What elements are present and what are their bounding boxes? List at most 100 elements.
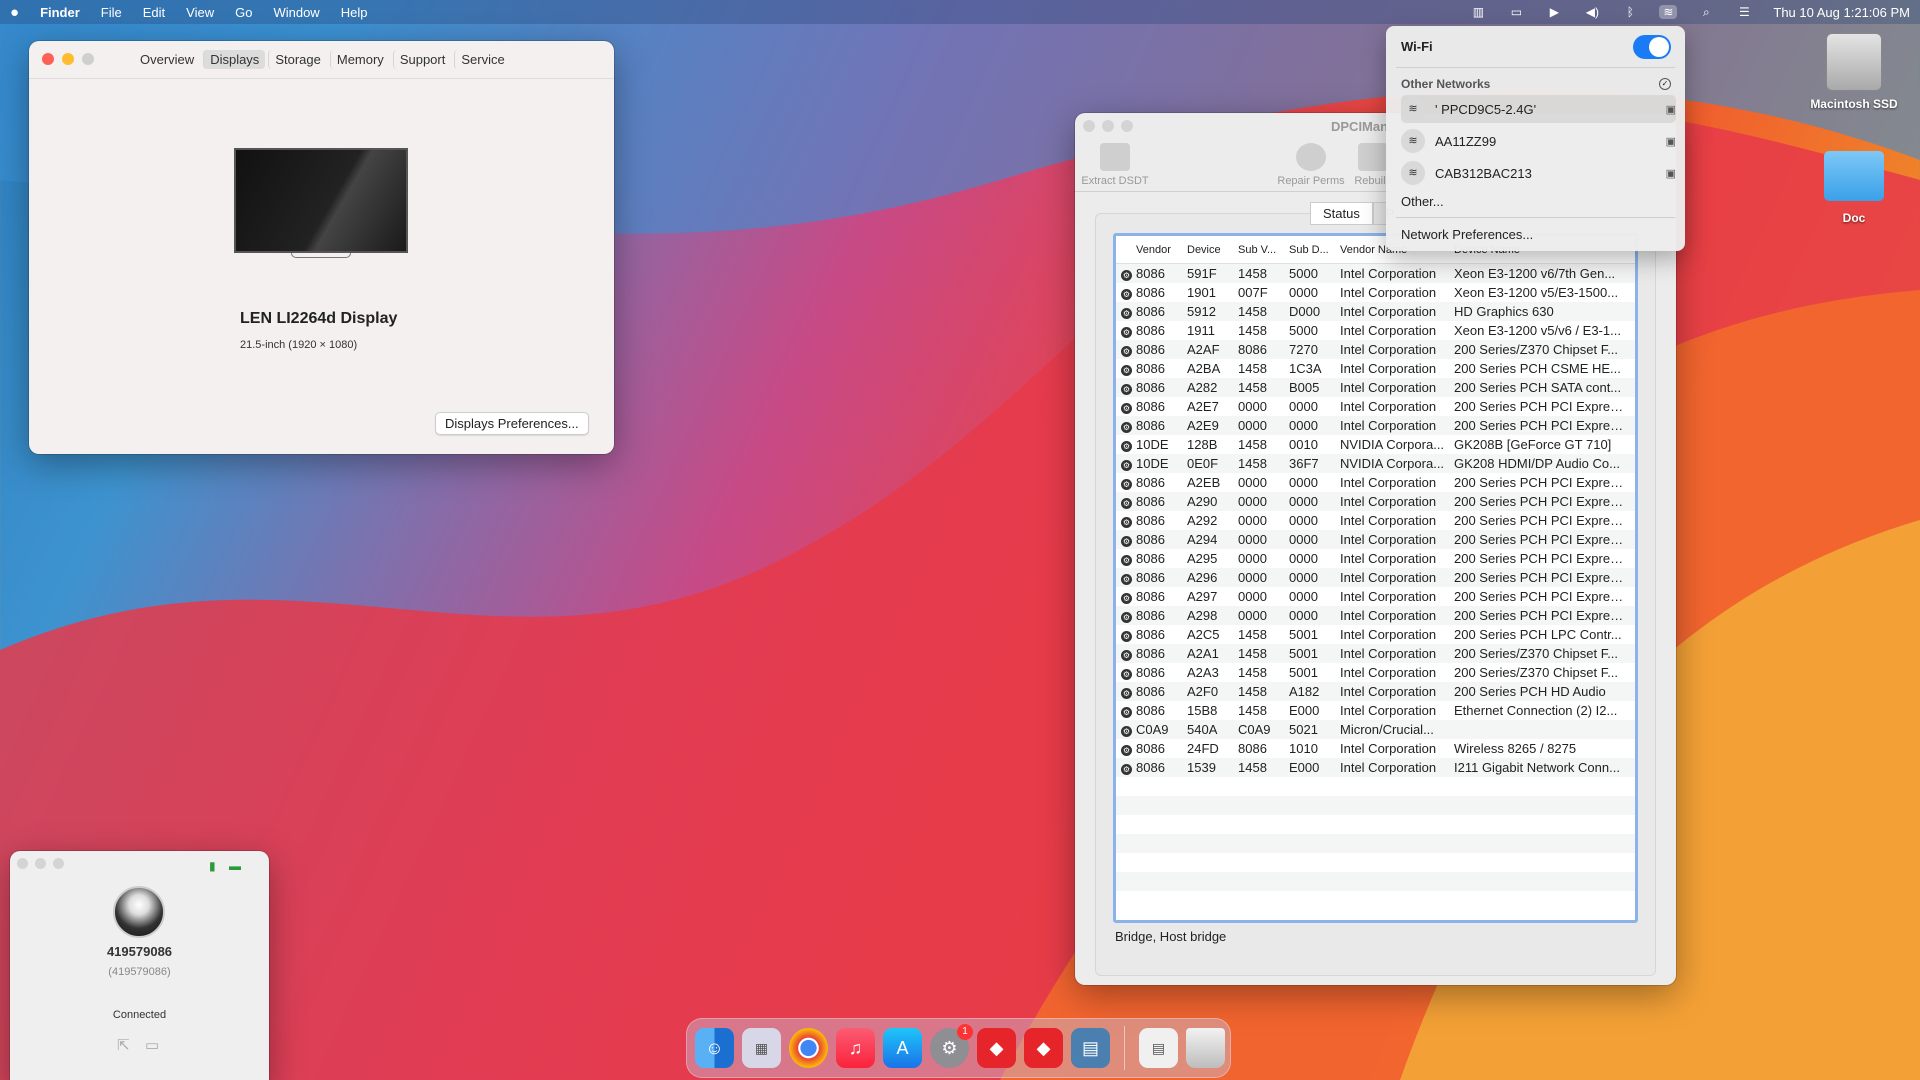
vendor-name-cell: Intel Corporation bbox=[1340, 589, 1437, 604]
close-button[interactable] bbox=[17, 858, 28, 869]
table-row[interactable]: ⚙ 8086 A296 0000 0000 Intel Corporation 200 Se… bbox=[1116, 568, 1635, 587]
table-row[interactable]: ⚙ 8086 A2EB 0000 0000 Intel Corporation 200 Se… bbox=[1116, 473, 1635, 492]
table-row[interactable]: ⚙ 8086 A292 0000 0000 Intel Corporation 200 Se… bbox=[1116, 511, 1635, 530]
sub-vendor-cell: 1458 bbox=[1238, 304, 1267, 319]
chrome-icon[interactable] bbox=[789, 1028, 828, 1068]
table-row[interactable]: ⚙ 8086 A295 0000 0000 Intel Corporation 200 Se… bbox=[1116, 549, 1635, 568]
vendor-cell: 8086 bbox=[1136, 684, 1165, 699]
device-cell: 15B8 bbox=[1187, 703, 1218, 718]
col-sub-vendor[interactable]: Sub V... bbox=[1238, 244, 1289, 256]
network-item[interactable]: ≋ CAB312BAC213 ▣ bbox=[1401, 159, 1676, 187]
apple-menu-icon[interactable]: ● bbox=[10, 4, 19, 21]
table-row[interactable]: ⚙ 8086 A294 0000 0000 Intel Corporation 200 Se… bbox=[1116, 530, 1635, 549]
trash-icon[interactable] bbox=[1186, 1028, 1225, 1068]
lock-icon: ▣ bbox=[1665, 103, 1676, 116]
table-row[interactable]: ⚙ 10DE 0E0F 1458 36F7 NVIDIA Corpora... GK208 … bbox=[1116, 454, 1635, 473]
doc-folder-icon[interactable]: Doc bbox=[1799, 151, 1909, 225]
app-store-icon[interactable]: A bbox=[883, 1028, 922, 1068]
table-row[interactable]: ⚙ 8086 A2E9 0000 0000 Intel Corporation 200 Se… bbox=[1116, 416, 1635, 435]
menu-help[interactable]: Help bbox=[341, 5, 368, 20]
menu-clock[interactable]: Thu 10 Aug 1:21:06 PM bbox=[1773, 5, 1910, 20]
table-row[interactable]: ⚙ 8086 5912 1458 D000 Intel Corporation HD Gra… bbox=[1116, 302, 1635, 321]
finder-icon[interactable]: ☺ bbox=[695, 1028, 734, 1068]
table-row[interactable]: ⚙ 8086 A2F0 1458 A182 Intel Corporation 200 Se… bbox=[1116, 682, 1635, 701]
volume-icon[interactable]: ◀) bbox=[1583, 5, 1601, 19]
minimize-button[interactable] bbox=[62, 53, 74, 65]
close-button[interactable] bbox=[42, 53, 54, 65]
table-row[interactable]: ⚙ 8086 1901 007F 0000 Intel Corporation Xeon E… bbox=[1116, 283, 1635, 302]
pci-device-table[interactable]: Vendor Device Sub V... Sub D... Vendor N… bbox=[1113, 233, 1638, 923]
menu-view[interactable]: View bbox=[186, 5, 214, 20]
music-icon[interactable]: ♫ bbox=[836, 1028, 875, 1068]
menu-file[interactable]: File bbox=[101, 5, 122, 20]
activity-icon[interactable]: ▥ bbox=[1469, 5, 1487, 19]
tab-status[interactable]: Status bbox=[1310, 202, 1373, 225]
menu-go[interactable]: Go bbox=[235, 5, 252, 20]
minimize-button[interactable] bbox=[1102, 120, 1114, 132]
network-item[interactable]: ≋ ' PPCD9C5-2.4G' ▣ bbox=[1401, 95, 1676, 123]
displays-preferences-button[interactable]: Displays Preferences... bbox=[435, 412, 589, 435]
macintosh-ssd-icon[interactable]: Macintosh SSD bbox=[1799, 33, 1909, 111]
zoom-button[interactable] bbox=[53, 858, 64, 869]
display-icon[interactable]: ▭ bbox=[1507, 5, 1525, 19]
other-networks-item[interactable]: Other... bbox=[1401, 194, 1444, 209]
table-row[interactable]: ⚙ 8086 A2A1 1458 5001 Intel Corporation 200 Se… bbox=[1116, 644, 1635, 663]
file-transfer-icon[interactable]: ⇱ bbox=[117, 1036, 130, 1054]
bluetooth-icon[interactable]: ᛒ bbox=[1621, 5, 1639, 19]
table-row[interactable]: ⚙ 8086 A298 0000 0000 Intel Corporation 200 Se… bbox=[1116, 606, 1635, 625]
app-menu-finder[interactable]: Finder bbox=[40, 5, 80, 20]
device-status-icon: ⚙ bbox=[1121, 650, 1132, 661]
tab-displays[interactable]: Displays bbox=[203, 50, 266, 69]
expand-chevron-icon[interactable]: ✓ bbox=[1659, 78, 1671, 90]
menu-edit[interactable]: Edit bbox=[143, 5, 165, 20]
table-row[interactable]: ⚙ 8086 A2C5 1458 5001 Intel Corporation 200 Se… bbox=[1116, 625, 1635, 644]
table-row[interactable]: ⚙ 8086 1911 1458 5000 Intel Corporation Xeon E… bbox=[1116, 321, 1635, 340]
tab-memory[interactable]: Memory bbox=[329, 50, 390, 69]
zoom-button[interactable] bbox=[1121, 120, 1133, 132]
table-row[interactable]: ⚙ 8086 A282 1458 B005 Intel Corporation 200 Se… bbox=[1116, 378, 1635, 397]
table-row[interactable]: ⚙ 8086 1539 1458 E000 Intel Corporation I211 G… bbox=[1116, 758, 1635, 777]
extract-dsdt-button[interactable]: Extract DSDT bbox=[1075, 143, 1155, 187]
tab-storage[interactable]: Storage bbox=[268, 50, 327, 69]
wifi-icon[interactable]: ≋ bbox=[1659, 5, 1678, 19]
dpcimanager-icon[interactable]: ▤ bbox=[1071, 1028, 1110, 1068]
table-row[interactable]: ⚙ 8086 A2BA 1458 1C3A Intel Corporation 200 Se… bbox=[1116, 359, 1635, 378]
table-row[interactable]: ⚙ 8086 15B8 1458 E000 Intel Corporation Ethern… bbox=[1116, 701, 1635, 720]
device-cell: A2F0 bbox=[1187, 684, 1219, 699]
anydesk-icon[interactable]: ◆ bbox=[977, 1028, 1016, 1068]
table-row[interactable]: ⚙ 8086 A290 0000 0000 Intel Corporation 200 Se… bbox=[1116, 492, 1635, 511]
table-row[interactable]: ⚙ 10DE 128B 1458 0010 NVIDIA Corpora... GK208B… bbox=[1116, 435, 1635, 454]
control-center-icon[interactable]: ☰ bbox=[1735, 5, 1753, 19]
col-device[interactable]: Device bbox=[1187, 244, 1238, 256]
close-button[interactable] bbox=[1083, 120, 1095, 132]
table-row[interactable]: ⚙ C0A9 540A C0A9 5021 Micron/Crucial... bbox=[1116, 720, 1635, 739]
table-row[interactable]: ⚙ 8086 A2A3 1458 5001 Intel Corporation 200 Se… bbox=[1116, 663, 1635, 682]
col-sub-device[interactable]: Sub D... bbox=[1289, 244, 1340, 256]
wifi-toggle[interactable] bbox=[1633, 35, 1671, 59]
network-item[interactable]: ≋ AA11ZZ99 ▣ bbox=[1401, 127, 1676, 155]
table-row[interactable]: ⚙ 8086 A2E7 0000 0000 Intel Corporation 200 Se… bbox=[1116, 397, 1635, 416]
zoom-button[interactable] bbox=[82, 53, 94, 65]
system-preferences-icon[interactable]: ⚙ 1 bbox=[930, 1024, 973, 1068]
screen-icon[interactable]: ▭ bbox=[145, 1036, 159, 1054]
tab-service[interactable]: Service bbox=[454, 50, 510, 69]
anydesk-helper-icon[interactable]: ◆ bbox=[1024, 1028, 1063, 1068]
table-row[interactable]: ⚙ 8086 24FD 8086 1010 Intel Corporation Wirele… bbox=[1116, 739, 1635, 758]
device-cell: A295 bbox=[1187, 551, 1218, 566]
lock-icon[interactable]: ▮ bbox=[209, 859, 216, 873]
minimize-button[interactable] bbox=[35, 858, 46, 869]
play-icon[interactable]: ▶ bbox=[1545, 5, 1563, 19]
col-vendor[interactable]: Vendor bbox=[1136, 244, 1187, 256]
table-row[interactable]: ⚙ 8086 A297 0000 0000 Intel Corporation 200 Se… bbox=[1116, 587, 1635, 606]
tab-overview[interactable]: Overview bbox=[134, 50, 200, 69]
vendor-name-cell: Intel Corporation bbox=[1340, 665, 1437, 680]
table-row[interactable]: ⚙ 8086 A2AF 8086 7270 Intel Corporation 200 Se… bbox=[1116, 340, 1635, 359]
table-row[interactable]: ⚙ 8086 591F 1458 5000 Intel Corporation Xeon E… bbox=[1116, 264, 1635, 283]
menu-window[interactable]: Window bbox=[273, 5, 319, 20]
spotlight-search-icon[interactable]: ⌕ bbox=[1697, 5, 1715, 19]
launchpad-icon[interactable]: ▦ bbox=[742, 1028, 781, 1068]
document-icon[interactable]: ▤ bbox=[1139, 1028, 1178, 1068]
network-preferences-item[interactable]: Network Preferences... bbox=[1401, 227, 1533, 242]
tab-support[interactable]: Support bbox=[392, 50, 452, 69]
chat-icon[interactable]: ▬ bbox=[229, 859, 241, 873]
